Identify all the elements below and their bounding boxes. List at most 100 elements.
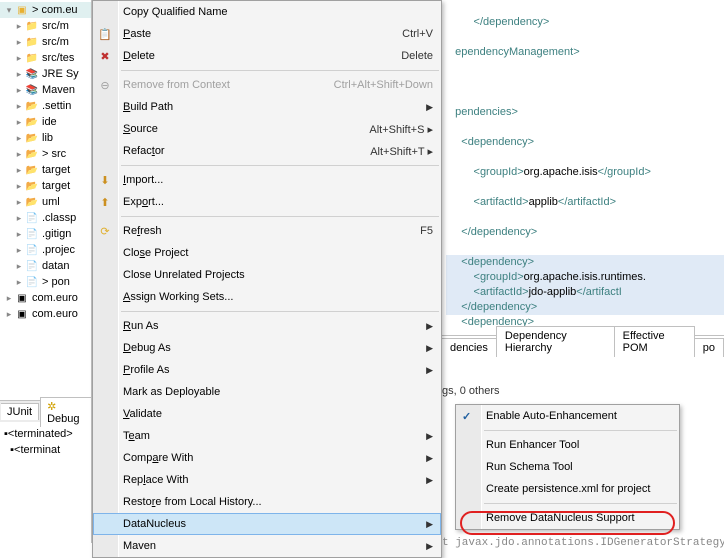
expand-icon[interactable]: ▸: [14, 277, 24, 287]
menu-datanucleus[interactable]: DataNucleus▶: [93, 513, 441, 535]
tree-label: target: [42, 164, 70, 176]
submenu-remove-datanucleus-support[interactable]: Remove DataNucleus Support: [456, 507, 679, 529]
node-icon: 📄: [24, 274, 40, 290]
expand-icon[interactable]: ▸: [14, 149, 24, 159]
submenu-create-persistence-xml[interactable]: Create persistence.xml for project: [456, 478, 679, 500]
tree-item[interactable]: ▸📄.gitign: [0, 226, 91, 242]
expand-icon[interactable]: ▸: [14, 213, 24, 223]
tree-item[interactable]: ▸📄.classp: [0, 210, 91, 226]
menu-replace-with[interactable]: Replace With▶: [93, 469, 441, 491]
expand-icon[interactable]: ▸: [14, 133, 24, 143]
menu-refactor[interactable]: RefactorAlt+Shift+T ▸: [93, 140, 441, 162]
expand-icon[interactable]: ▸: [14, 21, 24, 31]
paste-icon: 📋: [97, 26, 113, 42]
tree-item[interactable]: ▸📁src/m: [0, 34, 91, 50]
menu-export[interactable]: ⬆Export...: [93, 191, 441, 213]
menu-paste[interactable]: 📋PasteCtrl+V: [93, 23, 441, 45]
tab-junit[interactable]: JUnit: [1, 403, 39, 420]
expand-icon[interactable]: ▸: [14, 37, 24, 47]
tree-item[interactable]: ▸📁src/m: [0, 18, 91, 34]
menu-refresh[interactable]: ⟳RefreshF5: [93, 220, 441, 242]
tree-item[interactable]: ▸📁src/tes: [0, 50, 91, 66]
tree-item[interactable]: ▸📄.projec: [0, 242, 91, 258]
tab-dependency-hierarchy[interactable]: Dependency Hierarchy: [496, 326, 615, 357]
menu-maven[interactable]: Maven▶: [93, 535, 441, 557]
expand-icon[interactable]: ▸: [14, 85, 24, 95]
menu-debug-as[interactable]: Debug As▶: [93, 337, 441, 359]
expand-icon[interactable]: ▸: [14, 245, 24, 255]
menu-source[interactable]: SourceAlt+Shift+S ▸: [93, 118, 441, 140]
node-icon: 📂: [24, 194, 40, 210]
debug-row[interactable]: ▪<terminated>: [4, 426, 88, 442]
tree-item[interactable]: ▸📂ide: [0, 114, 91, 130]
tree-item[interactable]: ▸📂target: [0, 162, 91, 178]
xml-editor[interactable]: </dependency> ependencyManagement> pende…: [442, 0, 724, 330]
menu-run-as[interactable]: Run As▶: [93, 315, 441, 337]
tree-item[interactable]: ▸📂uml: [0, 194, 91, 210]
menu-assign-working-sets[interactable]: Assign Working Sets...: [93, 286, 441, 308]
menu-compare-with[interactable]: Compare With▶: [93, 447, 441, 469]
menu-remove-from-context: ⊖Remove from ContextCtrl+Alt+Shift+Down: [93, 74, 441, 96]
tree-item[interactable]: ▸📄datan: [0, 258, 91, 274]
node-icon: 📁: [24, 34, 40, 50]
expand-icon[interactable]: ▸: [14, 197, 24, 207]
submenu-enable-auto-enhancement[interactable]: ✓Enable Auto-Enhancement: [456, 405, 679, 427]
tree-item[interactable]: ▸📂.settin: [0, 98, 91, 114]
editor-tabs: dencies Dependency Hierarchy Effective P…: [442, 335, 724, 357]
submenu-arrow-icon: ▶: [426, 102, 433, 113]
remove-context-icon: ⊖: [97, 77, 113, 93]
tree-item[interactable]: ▸📂lib: [0, 130, 91, 146]
tree-item[interactable]: ▸📚Maven: [0, 82, 91, 98]
project-icon: ▣: [14, 306, 30, 322]
node-icon: 📚: [24, 66, 40, 82]
expand-icon[interactable]: ▸: [14, 53, 24, 63]
tree-item[interactable]: ▸▣com.euro: [0, 290, 91, 306]
menu-restore-local-history[interactable]: Restore from Local History...: [93, 491, 441, 513]
menu-import[interactable]: ⬇Import...: [93, 169, 441, 191]
tree-label: JRE Sy: [42, 68, 79, 80]
expand-icon[interactable]: ▾: [4, 5, 14, 15]
tree-label: .settin: [42, 100, 71, 112]
tree-label: Maven: [42, 84, 75, 96]
tab-pom[interactable]: po: [694, 338, 724, 357]
tree-item[interactable]: ▸▣com.euro: [0, 306, 91, 322]
expand-icon[interactable]: ▸: [14, 117, 24, 127]
tree-label: uml: [42, 196, 60, 208]
menu-validate[interactable]: Validate: [93, 403, 441, 425]
node-icon: 📁: [24, 50, 40, 66]
node-icon: 📂: [24, 162, 40, 178]
status-text: gs, 0 others: [442, 385, 499, 397]
submenu-run-schema[interactable]: Run Schema Tool: [456, 456, 679, 478]
debug-view[interactable]: ▪<terminated> ▪<terminat: [0, 422, 92, 462]
menu-mark-deployable[interactable]: Mark as Deployable: [93, 381, 441, 403]
tree-root[interactable]: ▾ ▣ > com.eu: [0, 2, 91, 18]
tab-effective-pom[interactable]: Effective POM: [614, 326, 695, 357]
import-icon: ⬇: [97, 172, 113, 188]
expand-icon[interactable]: ▸: [14, 69, 24, 79]
node-icon: 📄: [24, 210, 40, 226]
tree-item[interactable]: ▸📂> src: [0, 146, 91, 162]
expand-icon[interactable]: ▸: [14, 261, 24, 271]
tab-dependencies[interactable]: dencies: [441, 338, 497, 357]
menu-delete[interactable]: ✖DeleteDelete: [93, 45, 441, 67]
tree-item[interactable]: ▸📚JRE Sy: [0, 66, 91, 82]
menu-profile-as[interactable]: Profile As▶: [93, 359, 441, 381]
menu-build-path[interactable]: Build Path▶: [93, 96, 441, 118]
submenu-run-enhancer[interactable]: Run Enhancer Tool: [456, 434, 679, 456]
expand-icon[interactable]: ▸: [14, 181, 24, 191]
debug-row[interactable]: ▪<terminat: [4, 442, 88, 458]
expand-icon[interactable]: ▸: [14, 229, 24, 239]
tree-label: src/m: [42, 20, 69, 32]
menu-close-unrelated[interactable]: Close Unrelated Projects: [93, 264, 441, 286]
menu-copy-qualified-name[interactable]: Copy Qualified Name: [93, 1, 441, 23]
menu-close-project[interactable]: Close Project: [93, 242, 441, 264]
tree-item[interactable]: ▸📂target: [0, 178, 91, 194]
menu-team[interactable]: Team▶: [93, 425, 441, 447]
tree-item[interactable]: ▸📄> pon: [0, 274, 91, 290]
tree-label: src/tes: [42, 52, 74, 64]
expand-icon[interactable]: ▸: [14, 101, 24, 111]
refresh-icon: ⟳: [97, 223, 113, 239]
node-icon: 📂: [24, 114, 40, 130]
expand-icon[interactable]: ▸: [14, 165, 24, 175]
tree-label: target: [42, 180, 70, 192]
